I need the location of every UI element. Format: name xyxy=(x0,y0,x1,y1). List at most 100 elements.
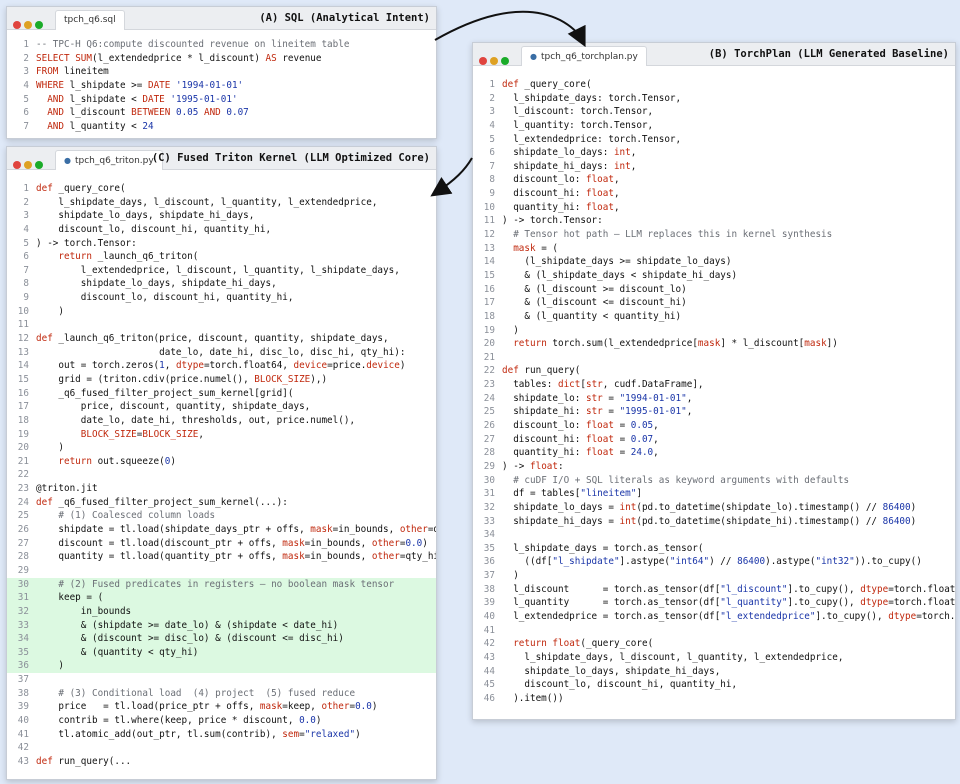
line-number: 16 xyxy=(483,283,495,295)
code-line: 42 xyxy=(7,741,436,755)
line-number: 5 xyxy=(23,93,29,105)
maximize-dot-icon[interactable] xyxy=(501,57,509,65)
triton-window: ● tpch_q6_triton.py (C) Fused Triton Kern… xyxy=(6,146,437,780)
code-line: 6 return _launch_q6_triton( xyxy=(7,250,436,264)
line-number: 3 xyxy=(23,210,29,222)
code-text: l_quantity = torch.as_tensor(df["l_quant… xyxy=(502,597,956,609)
code-line: 16 & (l_discount >= discount_lo) xyxy=(473,283,955,297)
code-text: shipdate_hi_days: int, xyxy=(502,160,637,172)
code-text: ((df["l_shipdate"].astype("int64") // 86… xyxy=(502,556,922,568)
code-text: shipdate_lo_days, shipdate_hi_days, xyxy=(36,210,255,222)
line-number: 31 xyxy=(17,592,29,604)
code-text: keep = ( xyxy=(36,592,104,604)
close-dot-icon[interactable] xyxy=(13,161,21,169)
line-number: 29 xyxy=(17,564,29,576)
code-text: date_lo, date_hi, thresholds, out, price… xyxy=(36,414,356,426)
line-number: 23 xyxy=(483,379,495,391)
code-text: & (quantity < qty_hi) xyxy=(36,646,199,658)
line-number: 18 xyxy=(17,414,29,426)
code-text: mask = ( xyxy=(513,242,558,254)
code-text: AND l_discount BETWEEN 0.05 AND 0.07 xyxy=(47,107,249,119)
minimize-dot-icon[interactable] xyxy=(24,21,32,29)
arrow-torchplan-to-triton xyxy=(430,157,473,197)
code-text: quantity_hi: float = 24.0, xyxy=(502,447,659,459)
code-text: BLOCK_SIZE=BLOCK_SIZE, xyxy=(80,428,204,440)
triton-file-tab[interactable]: ● tpch_q6_triton.py xyxy=(55,150,163,170)
code-line: 45 discount_lo, discount_hi, quantity_hi… xyxy=(473,678,955,692)
triton-panel-title: (C) Fused Triton Kernel (LLM Optimized C… xyxy=(151,152,430,164)
line-number: 2 xyxy=(23,196,29,208)
line-number: 29 xyxy=(483,460,495,472)
close-dot-icon[interactable] xyxy=(13,21,21,29)
code-line: 5 AND l_shipdate < DATE '1995-01-01' xyxy=(7,93,436,107)
code-text: l_extendedprice, l_discount, l_quantity,… xyxy=(36,264,400,276)
code-line: 16 _q6_fused_filter_project_sum_kernel[g… xyxy=(7,387,436,401)
line-number: 44 xyxy=(483,665,495,677)
code-text: & (l_quantity < quantity_hi) xyxy=(502,310,682,322)
code-line: 18 & (l_quantity < quantity_hi) xyxy=(473,310,955,324)
line-number: 6 xyxy=(489,147,495,159)
code-line: 19 BLOCK_SIZE=BLOCK_SIZE, xyxy=(7,428,436,442)
line-number: 5 xyxy=(23,237,29,249)
code-line: 15 & (l_shipdate_days < shipdate_hi_days… xyxy=(473,269,955,283)
close-dot-icon[interactable] xyxy=(479,57,487,65)
torchplan-titlebar: ● tpch_q6_torchplan.py (B) TorchPlan (LLM… xyxy=(473,43,955,66)
code-text: shipdate_hi: str = "1995-01-01", xyxy=(502,406,693,418)
code-line: 6 shipdate_lo_days: int, xyxy=(473,146,955,160)
code-line: 10 ) xyxy=(7,305,436,319)
maximize-dot-icon[interactable] xyxy=(35,21,43,29)
code-line: 31 keep = ( xyxy=(7,591,436,605)
line-number: 39 xyxy=(483,597,495,609)
code-line: 37 xyxy=(7,673,436,687)
line-number: 6 xyxy=(23,251,29,263)
line-number: 40 xyxy=(17,714,29,726)
line-number: 4 xyxy=(489,119,495,131)
code-text: shipdate_hi_days = int(pd.to_datetime(sh… xyxy=(502,515,917,527)
torchplan-file-tab[interactable]: ● tpch_q6_torchplan.py xyxy=(521,46,647,66)
minimize-dot-icon[interactable] xyxy=(24,161,32,169)
maximize-dot-icon[interactable] xyxy=(35,161,43,169)
line-number: 28 xyxy=(483,447,495,459)
line-number: 3 xyxy=(489,106,495,118)
code-text: df = tables["lineitem"] xyxy=(502,488,642,500)
code-line: 4 discount_lo, discount_hi, quantity_hi, xyxy=(7,223,436,237)
code-line: 27 discount = tl.load(discount_ptr + off… xyxy=(7,537,436,551)
code-text: return _launch_q6_triton( xyxy=(58,251,199,263)
torchplan-code-area: 1 def _query_core(2 l_shipdate_days: torc… xyxy=(473,78,955,705)
line-number: 35 xyxy=(17,646,29,658)
code-line: 20 ) xyxy=(7,441,436,455)
code-text: l_quantity: torch.Tensor, xyxy=(502,119,654,131)
code-line: 12 # Tensor hot path — LLM replaces this… xyxy=(473,228,955,242)
code-line: 32 shipdate_lo_days = int(pd.to_datetime… xyxy=(473,501,955,515)
line-number: 28 xyxy=(17,551,29,563)
line-number: 33 xyxy=(17,619,29,631)
code-line: 33 shipdate_hi_days = int(pd.to_datetime… xyxy=(473,515,955,529)
code-line: 30 # cuDF I/O + SQL literals as keyword … xyxy=(473,474,955,488)
sql-file-tab[interactable]: tpch_q6.sql xyxy=(55,10,125,30)
line-number: 26 xyxy=(17,524,29,536)
code-line: 33 & (shipdate >= date_lo) & (shipdate <… xyxy=(7,618,436,633)
code-text: # (1) Coalesced column loads xyxy=(58,510,216,522)
minimize-dot-icon[interactable] xyxy=(490,57,498,65)
code-line: 7 l_extendedprice, l_discount, l_quantit… xyxy=(7,264,436,278)
code-line: 20 return torch.sum(l_extendedprice[mask… xyxy=(473,337,955,351)
line-number: 3 xyxy=(23,66,29,78)
python-file-icon: ● xyxy=(530,52,537,61)
code-line: 36 ((df["l_shipdate"].astype("int64") //… xyxy=(473,555,955,569)
line-number: 10 xyxy=(17,305,29,317)
window-controls xyxy=(13,154,46,173)
line-number: 14 xyxy=(483,256,495,268)
code-text: ) xyxy=(502,570,519,582)
sql-panel-title: (A) SQL (Analytical Intent) xyxy=(259,12,430,24)
code-line: 25 shipdate_hi: str = "1995-01-01", xyxy=(473,405,955,419)
sql-window: tpch_q6.sql (A) SQL (Analytical Intent) … xyxy=(6,6,437,139)
line-number: 31 xyxy=(483,488,495,500)
code-line: 23 @triton.jit xyxy=(7,482,436,496)
code-text: discount_lo, discount_hi, quantity_hi, xyxy=(36,223,272,235)
line-number: 30 xyxy=(483,474,495,486)
line-number: 17 xyxy=(483,297,495,309)
code-line: 21 xyxy=(473,351,955,365)
code-line: 17 & (l_discount <= discount_hi) xyxy=(473,296,955,310)
code-line: 26 discount_lo: float = 0.05, xyxy=(473,419,955,433)
line-number: 34 xyxy=(17,633,29,645)
